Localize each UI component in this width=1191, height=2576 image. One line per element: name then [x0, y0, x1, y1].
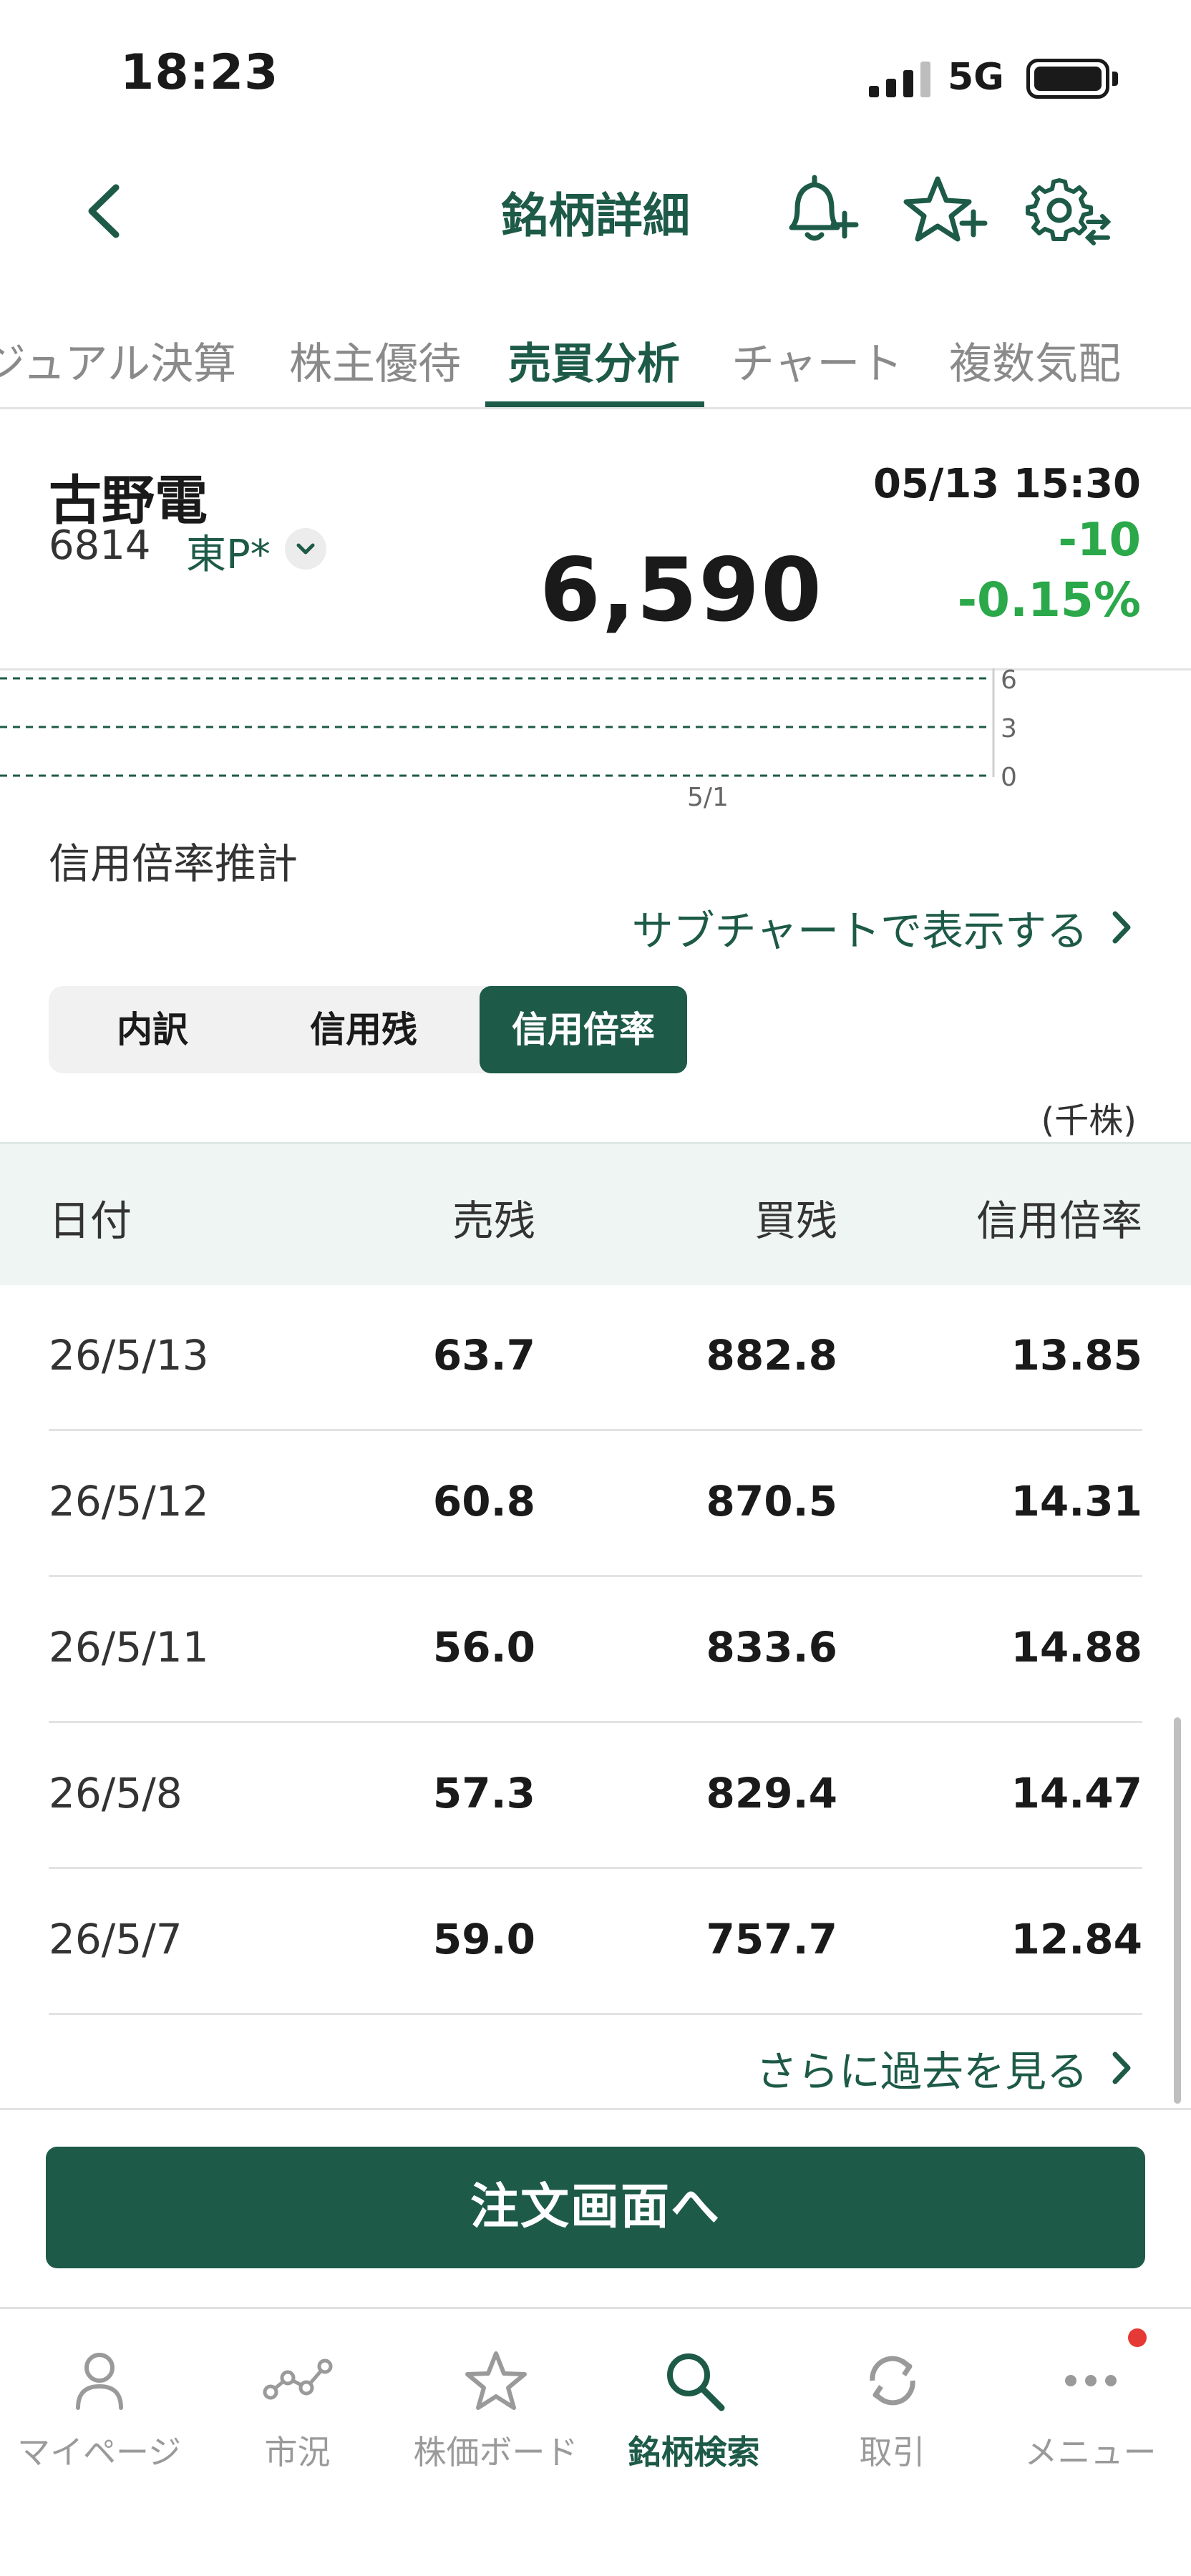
row-date: 26/5/13	[49, 1331, 209, 1380]
table-header: 日付 売残 買残 信用倍率	[0, 1142, 1191, 1285]
scrollbar[interactable]	[1174, 1717, 1181, 2104]
segment-margin-balance[interactable]: 信用残	[256, 986, 471, 1073]
subchart-link-label: サブチャートで表示する	[631, 907, 1088, 955]
order-screen-button[interactable]: 注文画面へ	[46, 2147, 1145, 2268]
signal-icon	[869, 62, 930, 97]
quote-datetime: 05/13 15:30	[872, 461, 1141, 507]
table-row: 26/5/12 60.8 870.5 14.31	[49, 1431, 1142, 1577]
y-tick-label: 3	[1001, 714, 1017, 743]
row-credit-ratio: 14.88	[1011, 1623, 1142, 1672]
row-credit-ratio: 12.84	[1011, 1915, 1142, 1963]
nav-item-stock-search[interactable]: 銘柄検索	[595, 2345, 793, 2474]
subchart-link[interactable]: サブチャートで表示する	[632, 897, 1134, 957]
person-icon	[75, 2353, 123, 2410]
segment-control: 内訳 信用残 信用倍率	[49, 986, 687, 1073]
y-tick-label: 6	[1001, 668, 1017, 695]
star-add-icon[interactable]	[903, 172, 989, 250]
nav-label: 株価ボード	[413, 2433, 578, 2472]
battery-icon	[1026, 59, 1109, 99]
y-tick-label: 0	[1001, 763, 1017, 792]
refresh-icon	[869, 2356, 915, 2406]
divider	[0, 2108, 1191, 2110]
active-tab-indicator	[485, 401, 704, 407]
tab-visual-earnings[interactable]: ジュアル決算	[0, 329, 236, 391]
tab-chart[interactable]: チャート	[731, 329, 903, 391]
credit-ratio-mini-chart: 6 3 0 5/1	[0, 668, 1017, 811]
table-row: 26/5/7 59.0 757.7 12.84	[49, 1869, 1142, 2015]
nav-label: マイページ	[16, 2433, 182, 2472]
price-change-percent: -0.15%	[957, 572, 1141, 628]
segment-breakdown[interactable]: 内訳	[49, 986, 256, 1073]
row-date: 26/5/8	[49, 1769, 183, 1818]
row-credit-ratio: 13.85	[1011, 1331, 1142, 1380]
chevron-right-icon	[1112, 2051, 1131, 2084]
market-graph-icon	[263, 2358, 332, 2400]
row-buy-balance: 882.8	[706, 1331, 837, 1380]
segment-credit-ratio[interactable]: 信用倍率	[480, 986, 687, 1073]
row-date: 26/5/11	[49, 1623, 209, 1672]
current-price: 6,590	[540, 540, 823, 641]
tab-trade-analysis[interactable]: 売買分析	[508, 329, 680, 391]
x-tick-label: 5/1	[687, 783, 729, 811]
page-title: 銘柄詳細	[501, 188, 690, 243]
unit-label: (千株)	[1041, 1101, 1137, 1141]
header-date: 日付	[49, 1196, 132, 1245]
nav-label: 市況	[264, 2433, 331, 2472]
more-dots-icon	[1064, 2375, 1117, 2386]
table-row: 26/5/8 57.3 829.4 14.47	[49, 1723, 1142, 1869]
section-title: 信用倍率推計	[49, 839, 298, 888]
nav-label: 取引	[859, 2433, 925, 2472]
row-sell-balance: 56.0	[432, 1623, 535, 1672]
tab-bar: ジュアル決算 株主優待 売買分析 チャート 複数気配	[0, 315, 1191, 409]
header-credit-ratio: 信用倍率	[976, 1196, 1142, 1245]
row-buy-balance: 829.4	[706, 1769, 837, 1818]
market-selector[interactable]: 東P*	[186, 522, 271, 580]
status-time: 18:23	[120, 44, 279, 101]
stock-code: 6814	[49, 522, 151, 569]
tab-multi-quote[interactable]: 複数気配	[949, 329, 1121, 391]
row-date: 26/5/12	[49, 1477, 209, 1526]
more-history-label: さらに過去を見る	[755, 2047, 1088, 2096]
settings-swap-icon[interactable]	[1025, 172, 1111, 250]
notification-dot	[1128, 2328, 1147, 2347]
nav-item-trade[interactable]: 取引	[793, 2345, 991, 2474]
more-history-link[interactable]: さらに過去を見る	[756, 2038, 1134, 2098]
row-buy-balance: 757.7	[706, 1915, 837, 1963]
bell-add-icon[interactable]	[777, 172, 863, 250]
row-credit-ratio: 14.31	[1011, 1477, 1142, 1526]
nav-item-menu[interactable]: メニュー	[991, 2345, 1190, 2474]
nav-label: メニュー	[1024, 2433, 1157, 2472]
header-sell-balance: 売残	[452, 1196, 535, 1245]
chevron-down-icon[interactable]	[285, 528, 326, 570]
row-sell-balance: 63.7	[432, 1331, 535, 1380]
nav-label: 銘柄検索	[628, 2433, 760, 2472]
price-change: -10	[1058, 514, 1141, 567]
row-sell-balance: 59.0	[432, 1915, 535, 1963]
network-type: 5G	[948, 56, 1004, 99]
table-row: 26/5/11 56.0 833.6 14.88	[49, 1577, 1142, 1723]
row-buy-balance: 870.5	[706, 1477, 837, 1526]
bottom-nav: マイページ 市況 株価ボード 銘柄検索 取引 メニュー	[0, 2307, 1191, 2576]
row-credit-ratio: 14.47	[1011, 1769, 1142, 1818]
row-sell-balance: 57.3	[432, 1769, 535, 1818]
nav-item-market[interactable]: 市況	[198, 2345, 397, 2474]
search-icon	[666, 2353, 724, 2411]
row-sell-balance: 60.8	[432, 1477, 535, 1526]
battery-tip	[1112, 72, 1118, 86]
row-date: 26/5/7	[49, 1915, 183, 1963]
chevron-right-icon	[1112, 911, 1131, 944]
star-icon	[465, 2351, 527, 2410]
row-buy-balance: 833.6	[706, 1623, 837, 1672]
header-buy-balance: 買残	[754, 1196, 837, 1245]
table-row: 26/5/13 63.7 882.8 13.85	[49, 1285, 1142, 1431]
tab-shareholder-benefits[interactable]: 株主優待	[289, 329, 461, 391]
nav-item-stock-board[interactable]: 株価ボード	[397, 2345, 595, 2474]
nav-item-mypage[interactable]: マイページ	[0, 2345, 198, 2474]
